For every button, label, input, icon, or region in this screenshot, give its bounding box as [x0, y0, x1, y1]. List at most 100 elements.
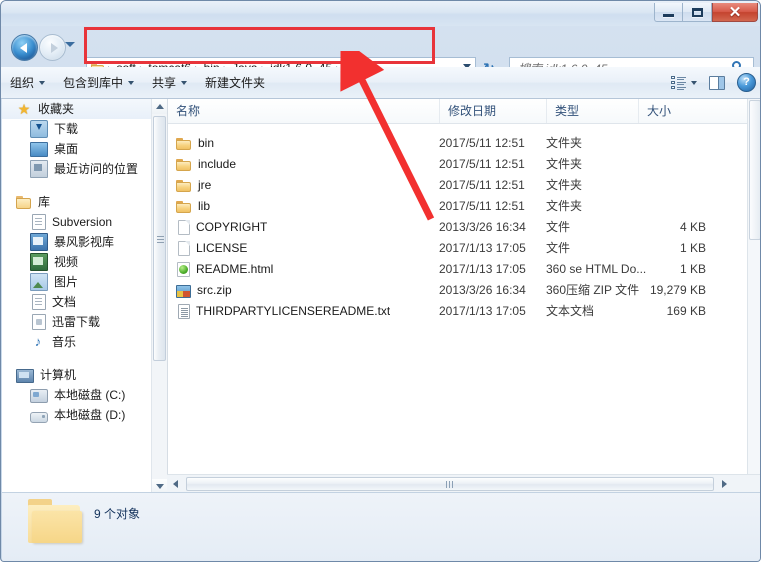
blank-file-icon: [178, 220, 190, 235]
sidebar-item-videos[interactable]: 视频: [2, 252, 166, 272]
preview-pane-icon: [709, 75, 725, 90]
file-date-cell: 2017/5/11 12:51: [439, 157, 525, 171]
file-type-cell: 文件夹: [546, 136, 583, 150]
file-date-cell: 2013/3/26 16:34: [439, 283, 526, 297]
navigation-row: ▸ soft ▸ tomcat6 ▸ bin ▸ Java ▸ jdk1.6.0…: [1, 26, 760, 79]
new-folder-button[interactable]: 新建文件夹: [196, 71, 274, 94]
forward-arrow-icon: [50, 42, 58, 53]
sidebar-item-music[interactable]: ♪ 音乐: [2, 332, 166, 352]
sidebar-item-baofeng[interactable]: 暴风影视库: [2, 232, 166, 252]
file-name-cell: src.zip: [176, 280, 232, 301]
share-button[interactable]: 共享: [143, 71, 196, 94]
thunder-download-icon: [32, 314, 46, 330]
table-row[interactable]: COPYRIGHT 2013/3/26 16:34 文件 4 KB: [168, 217, 748, 238]
file-name-cell: THIRDPARTYLICENSEREADME.txt: [176, 301, 390, 322]
file-date-cell: 2017/1/13 17:05: [439, 304, 526, 318]
sidebar-item-thunder[interactable]: 迅雷下载: [2, 312, 166, 332]
file-name-cell: COPYRIGHT: [176, 217, 267, 238]
hard-disk-c-icon: [30, 389, 48, 403]
sidebar-item-desktop[interactable]: 桌面: [2, 139, 166, 159]
file-size-cell: [638, 154, 706, 175]
table-row[interactable]: jre 2017/5/11 12:51 文件夹: [168, 175, 748, 196]
sidebar-section-computer[interactable]: 计算机: [2, 365, 166, 385]
preview-pane-button[interactable]: [703, 74, 731, 92]
chevron-down-icon: [155, 484, 164, 489]
toolbar: 组织 包含到库中 共享 新建文件夹 ?: [1, 67, 760, 99]
minimize-button[interactable]: [654, 3, 683, 22]
file-name-text: COPYRIGHT: [196, 220, 268, 234]
zip-file-icon: [176, 284, 191, 298]
chevron-down-icon: [39, 80, 46, 85]
column-header-row: 名称 修改日期 类型 大小: [168, 99, 748, 124]
chevron-left-icon: [173, 480, 178, 488]
scroll-left-button[interactable]: [167, 476, 184, 492]
sidebar-item-disk-c[interactable]: 本地磁盘 (C:): [2, 385, 166, 405]
chevron-down-icon: [181, 80, 188, 85]
column-header-size[interactable]: 大小: [638, 99, 748, 123]
horizontal-scroll-thumb[interactable]: [186, 477, 714, 491]
sidebar-scroll-thumb[interactable]: [153, 116, 166, 361]
include-in-library-button[interactable]: 包含到库中: [54, 71, 143, 94]
file-list-pane[interactable]: 名称 修改日期 类型 大小 bin 2017/5/11 12:51 文件夹 in…: [167, 99, 748, 474]
folder-icon: [176, 199, 192, 215]
status-bar: 9 个对象: [2, 492, 760, 561]
sidebar-scrollbar[interactable]: [151, 99, 167, 494]
view-options-button[interactable]: [665, 74, 703, 92]
sidebar-item-documents[interactable]: 文档: [2, 292, 166, 312]
sidebar-item-disk-d[interactable]: 本地磁盘 (D:): [2, 405, 166, 425]
table-row[interactable]: lib 2017/5/11 12:51 文件夹: [168, 196, 748, 217]
file-name-text: README.html: [196, 262, 274, 276]
column-header-name[interactable]: 名称: [168, 99, 439, 123]
organize-label: 组织: [10, 76, 35, 90]
file-name-text: LICENSE: [196, 241, 248, 255]
sidebar-section-libraries[interactable]: 库: [2, 192, 166, 212]
organize-button[interactable]: 组织: [1, 71, 54, 94]
maximize-button[interactable]: [683, 3, 712, 22]
item-count-label: 9 个对象: [94, 507, 141, 521]
back-button[interactable]: [11, 34, 38, 61]
blank-file-icon: [178, 241, 190, 256]
navigation-pane[interactable]: ★ 收藏夹 下载 桌面 最近访问的位置 库 Subversion 暴风影视库 视…: [2, 99, 166, 494]
column-header-date[interactable]: 修改日期: [439, 99, 546, 123]
sidebar-item-recent-places[interactable]: 最近访问的位置: [2, 159, 166, 179]
desktop-icon: [30, 142, 48, 157]
file-list-scroll-thumb[interactable]: [749, 100, 760, 240]
file-list-vertical-scrollbar[interactable]: [747, 99, 760, 474]
file-name-text: jre: [198, 178, 212, 192]
sidebar-item-pictures[interactable]: 图片: [2, 272, 166, 292]
table-row[interactable]: bin 2017/5/11 12:51 文件夹: [168, 133, 748, 154]
scroll-right-button[interactable]: [716, 476, 733, 492]
table-row[interactable]: THIRDPARTYLICENSEREADME.txt 2017/1/13 17…: [168, 301, 748, 322]
table-row[interactable]: src.zip 2013/3/26 16:34 360压缩 ZIP 文件 19,…: [168, 280, 748, 301]
file-size-cell: 1 KB: [679, 241, 706, 255]
document-icon: [32, 214, 46, 230]
table-row[interactable]: LICENSE 2017/1/13 17:05 文件 1 KB: [168, 238, 748, 259]
file-date-cell: 2017/5/11 12:51: [439, 136, 525, 150]
close-button[interactable]: ✕: [712, 3, 758, 22]
new-folder-label: 新建文件夹: [205, 76, 266, 90]
column-header-type[interactable]: 类型: [546, 99, 638, 123]
file-date-cell: 2017/1/13 17:05: [439, 262, 526, 276]
sidebar-label-recent-places: 最近访问的位置: [54, 162, 139, 176]
table-row[interactable]: include 2017/5/11 12:51 文件夹: [168, 154, 748, 175]
file-name-text: THIRDPARTYLICENSEREADME.txt: [196, 304, 391, 318]
sidebar-section-favorites[interactable]: ★ 收藏夹: [2, 99, 166, 119]
file-type-cell: 文件: [546, 220, 571, 234]
help-button[interactable]: ?: [731, 71, 760, 94]
history-dropdown-icon[interactable]: [65, 42, 75, 47]
file-list-horizontal-scrollbar[interactable]: [167, 474, 760, 493]
file-name-text: lib: [198, 199, 211, 213]
sidebar-label-disk-d: 本地磁盘 (D:): [54, 408, 126, 422]
help-icon: ?: [737, 73, 756, 92]
sidebar-item-downloads[interactable]: 下载: [2, 119, 166, 139]
chevron-up-icon: [155, 104, 164, 109]
pictures-icon: [30, 273, 48, 291]
forward-button[interactable]: [39, 34, 66, 61]
table-row[interactable]: README.html 2017/1/13 17:05 360 se HTML …: [168, 259, 748, 280]
sidebar-item-subversion[interactable]: Subversion: [2, 212, 166, 232]
file-size-cell: 4 KB: [679, 220, 706, 234]
music-icon: ♪: [34, 334, 42, 349]
sidebar-scroll-up-button[interactable]: [152, 99, 167, 114]
